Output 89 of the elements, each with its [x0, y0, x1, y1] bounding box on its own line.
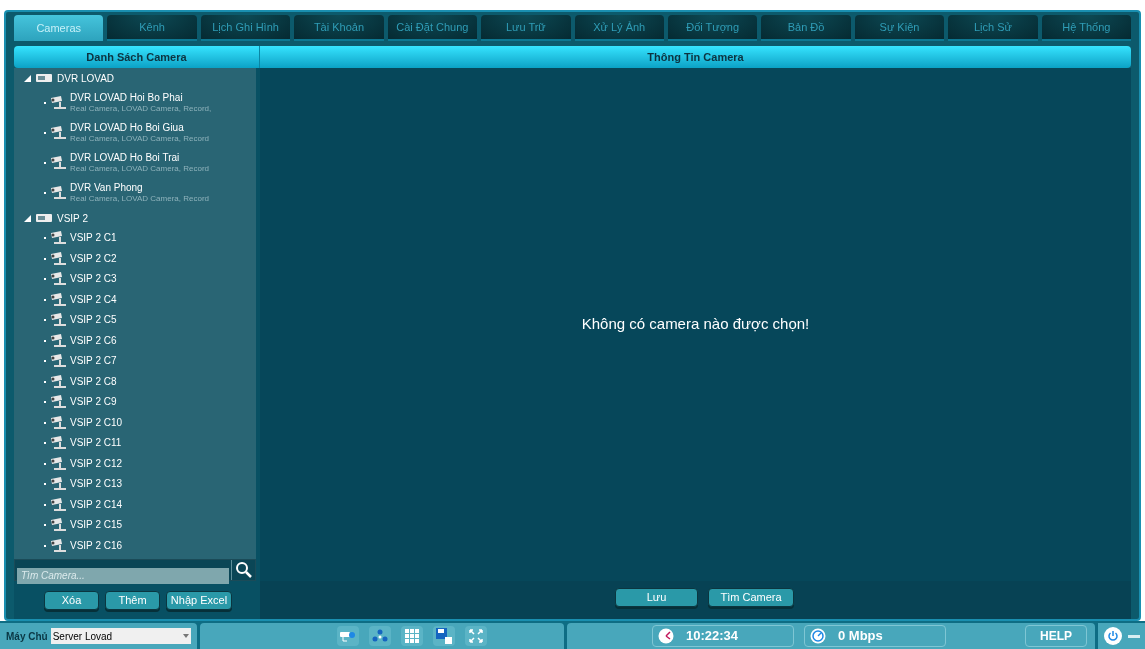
- camera-detail: Real Camera, LOVAD Camera, Record: [70, 164, 209, 174]
- tree-item[interactable]: VSIP 2 C8: [70, 375, 117, 388]
- camera-icon: [340, 630, 356, 642]
- tree-item[interactable]: VSIP 2 C9: [70, 396, 117, 409]
- tab[interactable]: Đối Tượng: [667, 15, 758, 41]
- bandwidth-panel: 0 Mbps: [804, 625, 946, 647]
- save-layout-button[interactable]: [433, 626, 455, 646]
- camera-icon: [50, 251, 66, 266]
- tree-item[interactable]: VSIP 2 C7: [70, 355, 117, 368]
- tree-item[interactable]: DVR LOVAD: [57, 70, 115, 86]
- tree-item[interactable]: DVR LOVAD Hoi Bo Phai: [70, 92, 212, 104]
- tree-item[interactable]: VSIP 2 C4: [70, 293, 117, 306]
- tab[interactable]: Lịch Sử: [948, 15, 1038, 41]
- clock-panel: 10:22:34: [652, 625, 794, 647]
- fullscreen-button[interactable]: [465, 626, 487, 646]
- camera-icon: [50, 333, 66, 348]
- tree-item[interactable]: VSIP 2 C2: [70, 252, 117, 265]
- tab[interactable]: Bản Đồ: [761, 15, 851, 41]
- camera-icon: [50, 156, 66, 170]
- tree-item[interactable]: VSIP 2 C11: [70, 437, 122, 450]
- tree-item[interactable]: VSIP 2 C13: [70, 478, 123, 491]
- camera-icon: [50, 415, 66, 430]
- tree-item[interactable]: DVR LOVAD Ho Boi Giua: [70, 122, 209, 134]
- search-button[interactable]: [231, 560, 255, 580]
- camera-icon: [50, 395, 66, 410]
- camera-icon: [50, 518, 66, 533]
- tab[interactable]: Cài Đặt Chung: [387, 15, 478, 41]
- empty-message: Không có camera nào được chọn!: [581, 314, 810, 335]
- camera-detail: Real Camera, LOVAD Camera, Record,: [70, 104, 212, 114]
- tab[interactable]: Kênh: [107, 15, 197, 41]
- gauge-icon: [810, 628, 826, 644]
- tab[interactable]: Xử Lý Ảnh: [574, 15, 664, 41]
- tab[interactable]: Tài Khoản: [294, 15, 384, 41]
- grid-toolbar-button[interactable]: [401, 626, 423, 646]
- camera-icon: [50, 272, 66, 287]
- action-button[interactable]: Tìm Camera: [708, 588, 794, 607]
- tree-item[interactable]: VSIP 2 C14: [70, 498, 123, 511]
- tree-item[interactable]: VSIP 2 C6: [70, 334, 117, 347]
- camera-icon: [50, 96, 66, 110]
- action-button[interactable]: Lưu: [615, 588, 698, 607]
- panel-title: Thông Tin Camera: [647, 49, 744, 65]
- caret-icon: [183, 634, 189, 638]
- server-label: Máy Chủ: [6, 629, 48, 644]
- camera-detail: Real Camera, LOVAD Camera, Record: [70, 194, 209, 204]
- tree-item[interactable]: VSIP 2 C15: [70, 519, 123, 532]
- action-button[interactable]: Xóa: [44, 591, 99, 610]
- tree-item[interactable]: VSIP 2: [57, 210, 88, 226]
- action-button[interactable]: Thêm: [105, 591, 160, 610]
- camera-icon: [50, 231, 66, 246]
- tree-item[interactable]: VSIP 2 C1: [70, 232, 117, 245]
- tree-item[interactable]: DVR LOVAD Ho Boi Trai: [70, 152, 209, 164]
- search-field[interactable]: Tìm Camera...: [17, 567, 229, 584]
- grid-icon: [405, 629, 419, 643]
- recorder-icon: [36, 74, 52, 82]
- camera-icon: [50, 456, 66, 471]
- tree-item[interactable]: DVR Van Phong: [70, 182, 209, 194]
- nodes-icon: [372, 629, 388, 643]
- server-dropdown[interactable]: Server Lovad: [50, 628, 191, 644]
- fullscreen-icon: [469, 629, 483, 643]
- camera-icon: [50, 354, 66, 369]
- power-icon: [1107, 630, 1119, 642]
- tab[interactable]: Lưu Trữ: [481, 15, 571, 41]
- camera-detail: Real Camera, LOVAD Camera, Record: [70, 134, 209, 144]
- tree-item[interactable]: VSIP 2 C5: [70, 314, 117, 327]
- camera-icon: [50, 126, 66, 140]
- camera-icon: [50, 313, 66, 328]
- network-toolbar-button[interactable]: [369, 626, 391, 646]
- camera-icon: [50, 477, 66, 492]
- tab[interactable]: Sự Kiện: [854, 15, 945, 41]
- floppy-icon: [436, 628, 452, 644]
- action-button[interactable]: Nhập Excel: [166, 591, 232, 610]
- tab[interactable]: Lịch Ghi Hình: [200, 15, 291, 41]
- panel-title: Danh Sách Camera: [86, 49, 187, 65]
- camera-icon: [50, 292, 66, 307]
- tree-item[interactable]: VSIP 2 C10: [70, 416, 123, 429]
- camera-icon: [50, 186, 66, 200]
- camera-icon: [50, 497, 66, 512]
- camera-icon: [50, 374, 66, 389]
- tree-item[interactable]: VSIP 2 C16: [70, 539, 123, 552]
- camera-icon: [50, 538, 66, 553]
- recorder-icon: [36, 214, 52, 222]
- search-icon: [234, 561, 253, 579]
- camera-toolbar-button[interactable]: [337, 626, 359, 646]
- camera-icon: [50, 436, 66, 451]
- tree-item[interactable]: VSIP 2 C3: [70, 273, 117, 286]
- power-button[interactable]: [1104, 627, 1122, 645]
- tab[interactable]: Hệ Thống: [1041, 15, 1132, 41]
- tree-item[interactable]: VSIP 2 C12: [70, 457, 123, 470]
- minimize-button[interactable]: [1128, 634, 1140, 638]
